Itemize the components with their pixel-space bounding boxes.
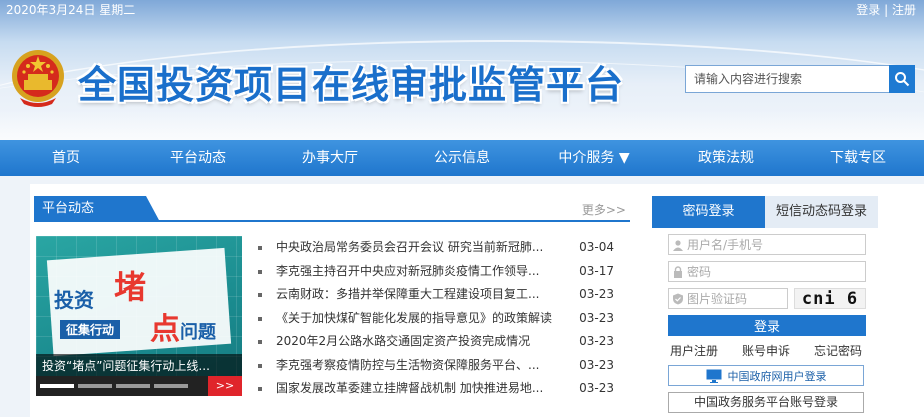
captcha-input[interactable] xyxy=(687,289,783,308)
news-date: 03-23 xyxy=(579,357,614,372)
news-item[interactable]: 云南财政：多措并举保障重大工程建设项目复工... 03-23 xyxy=(256,283,630,307)
nav-item-platform-news[interactable]: 平台动态 xyxy=(132,140,264,176)
tab-password-login[interactable]: 密码登录 xyxy=(652,196,765,228)
banner-word: 投资 xyxy=(54,288,94,312)
monitor-icon xyxy=(706,369,721,383)
news-date: 03-04 xyxy=(579,240,614,254)
login-links: 用户注册 账号申诉 忘记密码 xyxy=(670,342,862,359)
search-box xyxy=(685,65,915,93)
login-submit-button[interactable]: 登录 xyxy=(668,315,866,336)
nav-item-policies[interactable]: 政策法规 xyxy=(660,140,792,176)
captcha-field xyxy=(668,288,788,309)
news-date: 03-17 xyxy=(579,263,614,278)
login-tabs: 密码登录 短信动态码登录 xyxy=(652,196,878,228)
current-date: 2020年3月24日 星期二 xyxy=(6,3,136,17)
news-title: 2020年2月公路水路交通固定资产投资完成情况 xyxy=(276,334,531,348)
news-item[interactable]: 李克强主持召开中央应对新冠肺炎疫情工作领导... 03-17 xyxy=(256,260,630,284)
news-section-header: 平台动态 更多>> xyxy=(34,196,630,222)
account-links: 登录 | 注册 xyxy=(856,1,916,18)
login-form: cni 6 登录 用户注册 账号申诉 忘记密码 中国政府网用户登录 中国政务服务… xyxy=(652,228,878,413)
gov-user-login-button[interactable]: 中国政府网用户登录 xyxy=(668,365,864,386)
lock-icon xyxy=(669,262,687,281)
news-title: 李克强考察疫情防控与生活物资保障服务平台、... xyxy=(276,357,540,372)
account-appeal-link[interactable]: 账号申诉 xyxy=(742,342,790,359)
main-nav: 首页 平台动态 办事大厅 公示信息 中介服务 ▼ 政策法规 下载专区 xyxy=(0,140,924,176)
nav-item-agency-services[interactable]: 中介服务 ▼ xyxy=(528,140,660,176)
site-title: 全国投资项目在线审批监管平台 xyxy=(78,63,625,107)
banner-dot[interactable] xyxy=(40,384,74,388)
search-button[interactable] xyxy=(889,65,915,93)
news-date: 03-23 xyxy=(579,310,614,325)
site-header: 2020年3月24日 星期二 登录 | 注册 全国投资项目在线审批监管平台 xyxy=(0,0,924,140)
tab-sms-login[interactable]: 短信动态码登录 xyxy=(765,196,878,228)
nav-item-public-notice[interactable]: 公示信息 xyxy=(396,140,528,176)
forgot-password-link[interactable]: 忘记密码 xyxy=(814,342,862,359)
news-title: 国家发展改革委建立挂牌督战机制 加快推进易地... xyxy=(276,381,544,395)
banner-word: 征集行动 xyxy=(60,320,121,339)
banner-dot[interactable] xyxy=(154,384,188,388)
shield-icon xyxy=(669,289,687,308)
national-emblem-icon xyxy=(12,50,64,107)
news-item[interactable]: 国家发展改革委建立挂牌督战机制 加快推进易地... 03-23 xyxy=(256,377,630,401)
news-date: 03-23 xyxy=(579,334,614,348)
news-title: 《关于加快煤矿智能化发展的指导意见》的政策解读 xyxy=(276,310,553,325)
more-link[interactable]: 更多>> xyxy=(582,201,626,218)
gov-user-login-label: 中国政府网用户登录 xyxy=(727,369,827,383)
nav-item-service-hall[interactable]: 办事大厅 xyxy=(264,140,396,176)
user-register-link[interactable]: 用户注册 xyxy=(670,342,718,359)
captcha-image[interactable]: cni 6 xyxy=(794,288,866,309)
login-panel: 密码登录 短信动态码登录 用户名/手机号 图片验证码 cni 6 登录 用户注册… xyxy=(652,196,878,417)
news-title: 李克强主持召开中央应对新冠肺炎疫情工作领导... xyxy=(276,263,540,278)
username-field xyxy=(668,234,866,255)
news-date: 03-23 xyxy=(579,287,614,301)
register-link[interactable]: 注册 xyxy=(892,3,916,17)
banner-word: 堵 xyxy=(114,268,147,306)
password-input[interactable] xyxy=(687,262,857,281)
login-link[interactable]: 登录 xyxy=(856,3,880,17)
banner-word: 点 xyxy=(150,312,180,347)
banner-caption[interactable]: 投资“堵点”问题征集行动上线... xyxy=(42,357,210,374)
banner-word: 问题 xyxy=(180,322,216,343)
search-icon xyxy=(895,72,910,87)
news-list: 中央政治局常务委员会召开会议 研究当前新冠肺... 03-04 李克强主持召开中央… xyxy=(256,236,630,401)
nav-item-home[interactable]: 首页 xyxy=(0,140,132,176)
news-title: 云南财政：多措并举保障重大工程建设项目复工... xyxy=(276,287,540,301)
news-item[interactable]: 李克强考察疫情防控与生活物资保障服务平台、... 03-23 xyxy=(256,354,630,378)
captcha-row: cni 6 xyxy=(668,288,866,309)
password-field xyxy=(668,261,866,282)
news-item[interactable]: 中央政治局常务委员会召开会议 研究当前新冠肺... 03-04 xyxy=(256,236,630,260)
main-content: 平台动态 更多>> 投资 堵 征集行动 点 问题 投资“堵点”问题征集行动上线.… xyxy=(30,184,924,417)
banner-dot[interactable] xyxy=(78,384,112,388)
username-input[interactable] xyxy=(687,235,857,254)
news-title: 中央政治局常务委员会召开会议 研究当前新冠肺... xyxy=(276,240,544,254)
link-separator: | xyxy=(880,3,892,17)
news-item[interactable]: 2020年2月公路水路交通固定资产投资完成情况 03-23 xyxy=(256,330,630,354)
header-fade xyxy=(0,110,924,140)
gov-service-login-button[interactable]: 中国政务服务平台账号登录 xyxy=(668,392,864,413)
search-input[interactable] xyxy=(685,65,889,93)
news-date: 03-23 xyxy=(579,381,614,395)
news-banner[interactable]: 投资 堵 征集行动 点 问题 投资“堵点”问题征集行动上线... >> xyxy=(36,236,242,396)
banner-dot[interactable] xyxy=(116,384,150,388)
section-title: 平台动态 xyxy=(34,196,160,222)
nav-item-downloads[interactable]: 下载专区 xyxy=(792,140,924,176)
banner-next-button[interactable]: >> xyxy=(208,376,242,396)
user-icon xyxy=(669,235,687,254)
news-item[interactable]: 《关于加快煤矿智能化发展的指导意见》的政策解读 03-23 xyxy=(256,307,630,331)
